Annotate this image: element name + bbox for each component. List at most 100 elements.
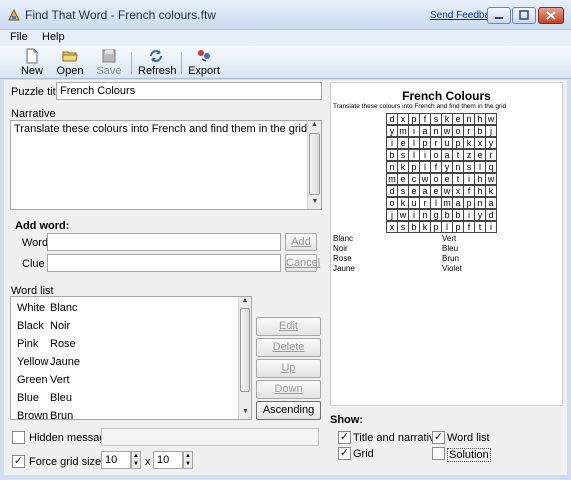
narrative-textarea[interactable]: Translate these colours into French and … bbox=[10, 120, 322, 210]
preview-word: Noir bbox=[333, 244, 348, 253]
force-grid-checkbox[interactable]: ✓ bbox=[12, 455, 25, 468]
grid-width-input[interactable]: 10 bbox=[101, 451, 131, 469]
word-list-scrollbar[interactable]: ▲ ▼ bbox=[238, 297, 251, 419]
hidden-message-label: Hidden message bbox=[29, 432, 112, 444]
new-file-icon bbox=[18, 48, 46, 64]
scroll-thumb[interactable] bbox=[240, 308, 250, 392]
refresh-icon bbox=[138, 48, 174, 64]
folder-icon bbox=[55, 48, 85, 64]
toolbar-separator bbox=[181, 52, 182, 74]
export-button[interactable]: Export bbox=[188, 48, 220, 78]
grid-cell: d bbox=[485, 209, 497, 221]
save-button[interactable]: Save bbox=[94, 48, 124, 78]
solution-checkbox[interactable] bbox=[432, 447, 445, 460]
open-label: Open bbox=[56, 65, 84, 77]
list-item[interactable]: Blue Bleu bbox=[17, 392, 72, 408]
list-item[interactable]: Yellow Jaune bbox=[17, 356, 80, 372]
list-item[interactable]: Black Noir bbox=[17, 320, 70, 336]
scroll-thumb[interactable] bbox=[309, 133, 320, 195]
grid-width-spinner[interactable]: ▲ ▼ bbox=[131, 451, 141, 469]
cancel-button[interactable]: Cancel bbox=[285, 254, 320, 272]
english-word: Pink bbox=[17, 338, 39, 350]
show-heading: Show: bbox=[330, 414, 363, 426]
menu-bar bbox=[0, 30, 571, 46]
grid-checkbox[interactable]: ✓ bbox=[338, 447, 351, 460]
narrative-scrollbar[interactable]: ▲ ▼ bbox=[307, 121, 321, 209]
english-word: Black bbox=[17, 320, 44, 332]
ascending-button[interactable]: Ascending bbox=[256, 401, 321, 420]
export-label: Export bbox=[188, 65, 220, 77]
narrative-label: Narrative bbox=[11, 108, 56, 120]
title-and-narrative-label: Title and narrative bbox=[353, 432, 441, 444]
french-word: Blanc bbox=[50, 302, 78, 314]
title-and-narrative-checkbox[interactable]: ✓ bbox=[338, 431, 351, 444]
preview-narrative: Translate these colours into French and … bbox=[333, 103, 507, 110]
refresh-button[interactable]: Refresh bbox=[138, 48, 177, 78]
edit-button[interactable]: Edit bbox=[256, 317, 321, 336]
save-icon bbox=[94, 48, 124, 64]
hidden-message-input[interactable] bbox=[101, 428, 319, 446]
grid-cell: y bbox=[485, 137, 497, 149]
down-button[interactable]: Down bbox=[256, 380, 321, 399]
toolbar-separator bbox=[131, 52, 132, 74]
preview-word: Rose bbox=[333, 254, 352, 263]
up-button[interactable]: Up bbox=[256, 359, 321, 378]
close-button[interactable] bbox=[538, 7, 564, 24]
word-input[interactable] bbox=[47, 233, 281, 251]
grid-cell: j bbox=[485, 125, 497, 137]
refresh-label: Refresh bbox=[138, 65, 177, 77]
grid-x-label: x bbox=[145, 456, 151, 468]
new-button[interactable]: New bbox=[18, 48, 46, 78]
maximize-button[interactable] bbox=[512, 7, 536, 24]
french-word: Noir bbox=[50, 320, 71, 332]
french-word: Rose bbox=[50, 338, 76, 350]
english-word: Brown bbox=[17, 410, 49, 420]
grid-cell: q bbox=[485, 161, 497, 173]
list-item[interactable]: Green Vert bbox=[17, 374, 70, 390]
export-icon bbox=[188, 48, 220, 64]
english-word: Green bbox=[17, 374, 48, 386]
word-list-checkbox[interactable]: ✓ bbox=[432, 431, 445, 444]
delete-button[interactable]: Delete bbox=[256, 338, 321, 357]
list-item[interactable]: Pink Rose bbox=[17, 338, 76, 354]
puzzle-preview: French Colours Translate these colours i… bbox=[330, 82, 563, 406]
grid-cell: r bbox=[485, 149, 497, 161]
english-word: Yellow bbox=[17, 356, 49, 368]
open-button[interactable]: Open bbox=[55, 48, 85, 78]
app-icon bbox=[7, 8, 21, 22]
preview-word: Jaune bbox=[333, 264, 355, 273]
window-title: Find That Word - French colours.ftw bbox=[25, 8, 216, 22]
scroll-up-icon[interactable]: ▲ bbox=[239, 297, 251, 304]
preview-word: Vert bbox=[442, 234, 457, 243]
preview-title: French Colours bbox=[402, 89, 491, 103]
english-word: Blue bbox=[17, 392, 40, 404]
preview-word: Blanc bbox=[333, 234, 354, 243]
english-word: White bbox=[17, 302, 46, 314]
grid-cell: a bbox=[485, 197, 497, 209]
menu-help[interactable]: Help bbox=[42, 31, 65, 43]
scroll-down-icon[interactable]: ▼ bbox=[239, 408, 252, 415]
scroll-up-icon[interactable]: ▲ bbox=[308, 121, 321, 128]
list-item[interactable]: White Blanc bbox=[17, 302, 78, 318]
list-item[interactable]: Brown Brun bbox=[17, 410, 74, 420]
minimize-button[interactable] bbox=[487, 7, 511, 24]
add-button[interactable]: Add bbox=[285, 233, 317, 251]
solution-label: Solution bbox=[447, 448, 491, 462]
grid-label: Grid bbox=[353, 448, 374, 460]
grid-cell: k bbox=[485, 185, 497, 197]
new-label: New bbox=[20, 65, 43, 77]
clue-input[interactable] bbox=[47, 254, 281, 272]
save-label: Save bbox=[96, 65, 122, 77]
grid-height-spinner[interactable]: ▲ ▼ bbox=[183, 451, 193, 469]
grid-height-input[interactable]: 10 bbox=[153, 451, 183, 469]
scroll-down-icon[interactable]: ▼ bbox=[308, 198, 322, 205]
menu-file[interactable]: File bbox=[10, 31, 28, 43]
french-word: Bleu bbox=[50, 392, 73, 404]
narrative-text: Translate these colours into French and … bbox=[14, 123, 308, 135]
french-word: Brun bbox=[50, 410, 74, 420]
word-list[interactable]: White Blanc Black Noir Pink Rose Yellow Jaune Gr… bbox=[10, 296, 252, 420]
preview-word: Violet bbox=[442, 264, 462, 273]
puzzle-title-input[interactable]: French Colours bbox=[56, 82, 322, 100]
hidden-message-checkbox[interactable] bbox=[12, 431, 25, 444]
preview-word: Bleu bbox=[442, 244, 459, 253]
